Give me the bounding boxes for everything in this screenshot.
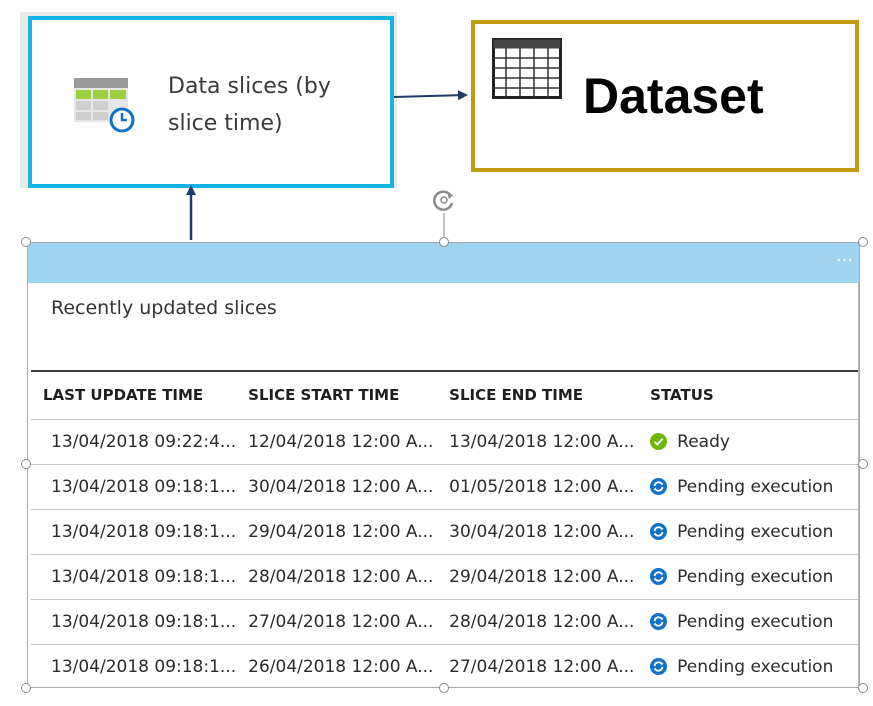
cell-last-update: 13/04/2018 09:18:1... <box>51 566 237 587</box>
cell-slice-start: 29/04/2018 12:00 A... <box>248 521 434 542</box>
table-row[interactable]: 13/04/2018 09:22:4... 12/04/2018 12:00 A.… <box>31 419 859 464</box>
tile-label: Data slices (by slice time) <box>168 68 368 142</box>
table-grid-icon <box>492 38 562 99</box>
slices-table: LAST UPDATE TIME SLICE START TIME SLICE … <box>31 370 859 687</box>
cell-status: Pending execution <box>638 464 859 509</box>
cell-status: Pending execution <box>638 554 859 599</box>
status-label: Pending execution <box>677 611 834 632</box>
recent-slices-panel: ··· Recently updated slices LAST UPDATE … <box>27 242 860 688</box>
cell-last-update: 13/04/2018 09:18:1... <box>51 476 237 497</box>
resize-handle-bottom-center[interactable] <box>439 683 449 693</box>
refresh-circle-icon <box>650 658 668 675</box>
cell-slice-end: 28/04/2018 12:00 A... <box>449 611 635 632</box>
panel-title: Recently updated slices <box>51 297 277 319</box>
status-wrap: Pending execution <box>650 566 859 587</box>
table-header-row: LAST UPDATE TIME SLICE START TIME SLICE … <box>31 371 859 419</box>
resize-handle-top-right[interactable] <box>858 237 868 247</box>
rotate-icon[interactable] <box>431 187 457 213</box>
column-header-status[interactable]: STATUS <box>638 371 859 419</box>
cell-slice-start: 30/04/2018 12:00 A... <box>248 476 434 497</box>
column-header-slice-end[interactable]: SLICE END TIME <box>437 371 638 419</box>
status-wrap: Pending execution <box>650 611 859 632</box>
cell-status: Pending execution <box>638 509 859 554</box>
cell-status: Ready <box>638 419 859 464</box>
resize-handle-middle-left[interactable] <box>21 459 31 469</box>
status-wrap: Pending execution <box>650 656 859 677</box>
table-row[interactable]: 13/04/2018 09:18:1... 28/04/2018 12:00 A.… <box>31 554 859 599</box>
column-header-last-update[interactable]: LAST UPDATE TIME <box>31 371 236 419</box>
table-row[interactable]: 13/04/2018 09:18:1... 27/04/2018 12:00 A.… <box>31 599 859 644</box>
calendar-clock-icon <box>74 78 135 133</box>
cell-slice-end: 01/05/2018 12:00 A... <box>449 476 635 497</box>
panel-scrollbar-edge <box>858 283 859 687</box>
cell-slice-end: 29/04/2018 12:00 A... <box>449 566 635 587</box>
panel-header: ··· <box>28 243 859 283</box>
refresh-circle-icon <box>650 613 668 630</box>
more-options-button[interactable]: ··· <box>836 251 853 271</box>
table-row[interactable]: 13/04/2018 09:18:1... 29/04/2018 12:00 A.… <box>31 509 859 554</box>
status-wrap: Ready <box>650 431 859 452</box>
dataset-label: Dataset <box>583 68 764 124</box>
refresh-circle-icon <box>650 478 668 495</box>
status-label: Pending execution <box>677 476 834 497</box>
status-label: Pending execution <box>677 656 834 677</box>
cell-last-update: 13/04/2018 09:18:1... <box>51 521 237 542</box>
status-wrap: Pending execution <box>650 521 859 542</box>
tile-label-line2: slice time) <box>168 111 283 136</box>
table-row[interactable]: 13/04/2018 09:18:1... 30/04/2018 12:00 A.… <box>31 464 859 509</box>
cell-status: Pending execution <box>638 644 859 687</box>
cell-slice-start: 27/04/2018 12:00 A... <box>248 611 434 632</box>
cell-slice-end: 27/04/2018 12:00 A... <box>449 656 635 677</box>
cell-slice-start: 12/04/2018 12:00 A... <box>248 431 434 452</box>
resize-handle-bottom-left[interactable] <box>21 683 31 693</box>
resize-handle-top-left[interactable] <box>21 237 31 247</box>
resize-handle-top-center[interactable] <box>439 237 449 247</box>
tile-label-line1: Data slices (by <box>168 74 331 99</box>
status-label: Ready <box>677 431 730 452</box>
cell-last-update: 13/04/2018 09:22:4... <box>51 431 237 452</box>
refresh-circle-icon <box>650 568 668 585</box>
dataset-box[interactable]: Dataset <box>471 20 859 172</box>
table-body: 13/04/2018 09:22:4... 12/04/2018 12:00 A.… <box>31 419 859 687</box>
cell-slice-start: 26/04/2018 12:00 A... <box>248 656 434 677</box>
cell-last-update: 13/04/2018 09:18:1... <box>51 611 237 632</box>
status-label: Pending execution <box>677 566 834 587</box>
data-slices-tile[interactable]: Data slices (by slice time) <box>28 16 394 188</box>
cell-slice-end: 30/04/2018 12:00 A... <box>449 521 635 542</box>
cell-slice-end: 13/04/2018 12:00 A... <box>449 431 635 452</box>
cell-last-update: 13/04/2018 09:18:1... <box>51 656 237 677</box>
arrow-tile-to-dataset <box>393 90 468 101</box>
status-label: Pending execution <box>677 521 834 542</box>
cell-slice-start: 28/04/2018 12:00 A... <box>248 566 434 587</box>
resize-handle-bottom-right[interactable] <box>858 683 868 693</box>
check-circle-icon <box>650 433 668 450</box>
cell-status: Pending execution <box>638 599 859 644</box>
resize-handle-middle-right[interactable] <box>858 459 868 469</box>
status-wrap: Pending execution <box>650 476 859 497</box>
column-header-slice-start[interactable]: SLICE START TIME <box>236 371 437 419</box>
refresh-circle-icon <box>650 523 668 540</box>
table-row[interactable]: 13/04/2018 09:18:1... 26/04/2018 12:00 A.… <box>31 644 859 687</box>
